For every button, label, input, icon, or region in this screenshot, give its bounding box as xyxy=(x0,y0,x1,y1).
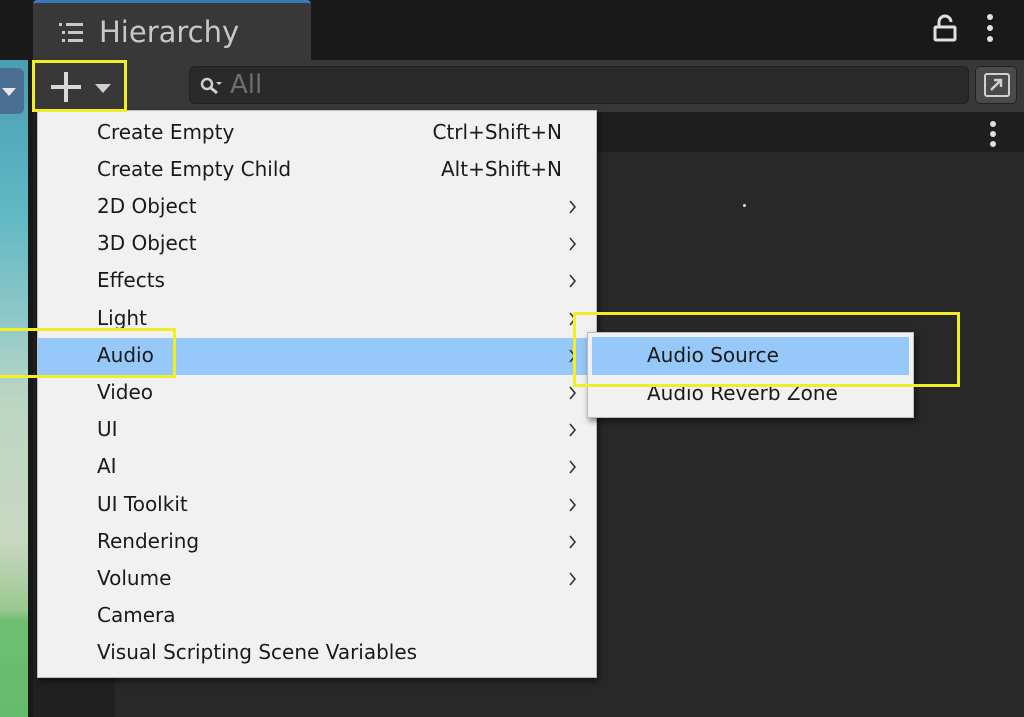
menu-item-label: Volume xyxy=(97,566,172,590)
menu-item-label: 3D Object xyxy=(97,231,197,255)
menu-item[interactable]: AI xyxy=(38,449,596,486)
menu-item-label: 2D Object xyxy=(97,194,197,218)
lock-icon[interactable] xyxy=(931,14,959,42)
chevron-right-icon xyxy=(569,423,577,437)
menu-item[interactable]: Effects xyxy=(38,263,596,300)
kebab-icon[interactable] xyxy=(983,12,997,44)
menu-item-label: Effects xyxy=(97,268,165,292)
menu-item-shortcut: Alt+Shift+N xyxy=(440,157,562,181)
menu-item-label: Create Empty Child xyxy=(97,157,292,181)
highlight-add-button xyxy=(32,60,127,112)
menu-item-label: Rendering xyxy=(97,529,200,553)
stray-dot xyxy=(743,204,746,207)
menu-item[interactable]: Volume xyxy=(38,561,596,598)
scene-view-edge xyxy=(0,60,28,717)
menu-item-label: Light xyxy=(97,306,147,330)
chevron-right-icon xyxy=(569,200,577,214)
chevron-right-icon xyxy=(569,572,577,586)
menu-item-label: Camera xyxy=(97,603,176,627)
chevron-down-icon xyxy=(2,88,16,96)
menu-item-label: UI Toolkit xyxy=(97,492,188,516)
menu-item[interactable]: UI xyxy=(38,412,596,449)
search-icon xyxy=(200,77,222,95)
menu-item-label: Visual Scripting Scene Variables xyxy=(97,640,418,664)
tab-bar: Hierarchy xyxy=(33,0,1024,60)
chevron-right-icon xyxy=(569,237,577,251)
create-menu: Create Empty Ctrl+Shift+N Create Empty Chi… xyxy=(37,110,597,678)
menu-item[interactable]: 3D Object xyxy=(38,226,596,263)
chevron-right-icon xyxy=(569,535,577,549)
menu-item[interactable]: Video xyxy=(38,375,596,412)
menu-item[interactable]: Rendering xyxy=(38,524,596,561)
chevron-right-icon xyxy=(569,274,577,288)
chevron-right-icon xyxy=(569,498,577,512)
menu-item[interactable]: Visual Scripting Scene Variables xyxy=(38,635,596,672)
menu-item-label: Video xyxy=(97,380,154,404)
menu-item[interactable]: Camera xyxy=(38,598,596,635)
menu-item[interactable]: Create Empty Ctrl+Shift+N xyxy=(38,115,596,152)
search-input[interactable] xyxy=(230,69,950,101)
list-icon xyxy=(59,23,83,42)
open-search-window-button[interactable] xyxy=(975,66,1017,104)
left-panel-dropdown[interactable] xyxy=(0,68,24,114)
highlight-audio-item xyxy=(0,328,176,378)
chevron-right-icon xyxy=(569,460,577,474)
menu-item[interactable]: 2D Object xyxy=(38,189,596,226)
menu-item[interactable]: UI Toolkit xyxy=(38,487,596,524)
menu-item-label: UI xyxy=(97,417,118,441)
highlight-audio-source xyxy=(573,312,960,387)
menu-item-label: AI xyxy=(97,454,117,478)
tab-title: Hierarchy xyxy=(99,15,240,49)
kebab-icon[interactable] xyxy=(987,120,999,148)
menu-item[interactable]: Create Empty Child Alt+Shift+N xyxy=(38,152,596,189)
menu-item-shortcut: Ctrl+Shift+N xyxy=(432,120,562,144)
hierarchy-toolbar xyxy=(33,60,1024,112)
open-search-window-icon xyxy=(984,73,1010,97)
menu-item-label: Create Empty xyxy=(97,120,235,144)
tab-hierarchy[interactable]: Hierarchy xyxy=(33,0,311,60)
search-field[interactable] xyxy=(189,66,969,104)
